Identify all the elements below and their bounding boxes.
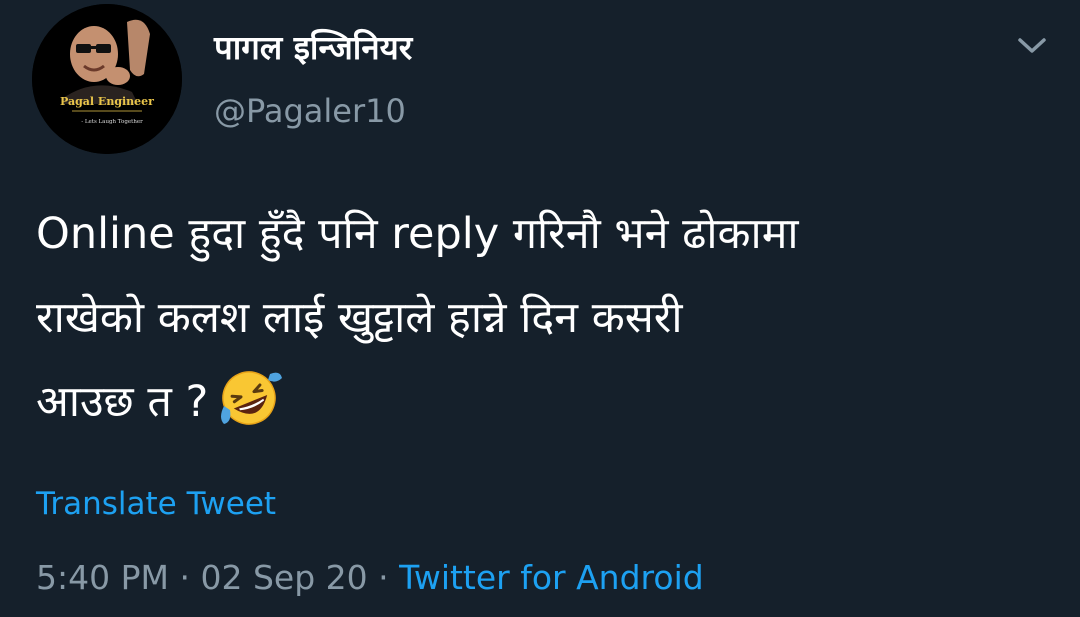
tweet-line-text: आउछ त ? bbox=[36, 377, 209, 427]
avatar-subtext: - Lets Laugh Together bbox=[81, 119, 143, 125]
user-handle[interactable]: @Pagaler10 bbox=[214, 92, 406, 130]
tweet-text: Online हुदा हुँदै पनि reply गरिनौ भने ढो… bbox=[36, 192, 1056, 444]
tweet-line: राखेको कलश लाई खुट्टाले हान्ने दिन कसरी bbox=[36, 293, 683, 343]
meta-separator: · bbox=[179, 558, 190, 597]
tweet-meta: 5:40 PM · 02 Sep 20 · Twitter for Androi… bbox=[36, 558, 704, 597]
translate-tweet-link[interactable]: Translate Tweet bbox=[36, 486, 276, 522]
tweet-line: Online हुदा हुँदै पनि reply गरिनौ भने ढो… bbox=[36, 209, 799, 259]
meta-separator: · bbox=[378, 558, 389, 597]
tweet-date: 02 Sep 20 bbox=[200, 558, 368, 597]
tweet-line-last: आउछ त ? bbox=[36, 360, 1056, 444]
avatar[interactable]: Pagal Engineer - Lets Laugh Together bbox=[32, 4, 182, 154]
chevron-down-icon[interactable] bbox=[1014, 30, 1050, 60]
tweet-time: 5:40 PM bbox=[36, 558, 169, 597]
display-name[interactable]: पागल इन्जिनियर bbox=[214, 24, 412, 69]
avatar-logo-text: Pagal Engineer bbox=[60, 95, 154, 108]
tweet-source-link[interactable]: Twitter for Android bbox=[399, 558, 704, 597]
rolling-on-floor-laughing-emoji bbox=[214, 366, 284, 430]
